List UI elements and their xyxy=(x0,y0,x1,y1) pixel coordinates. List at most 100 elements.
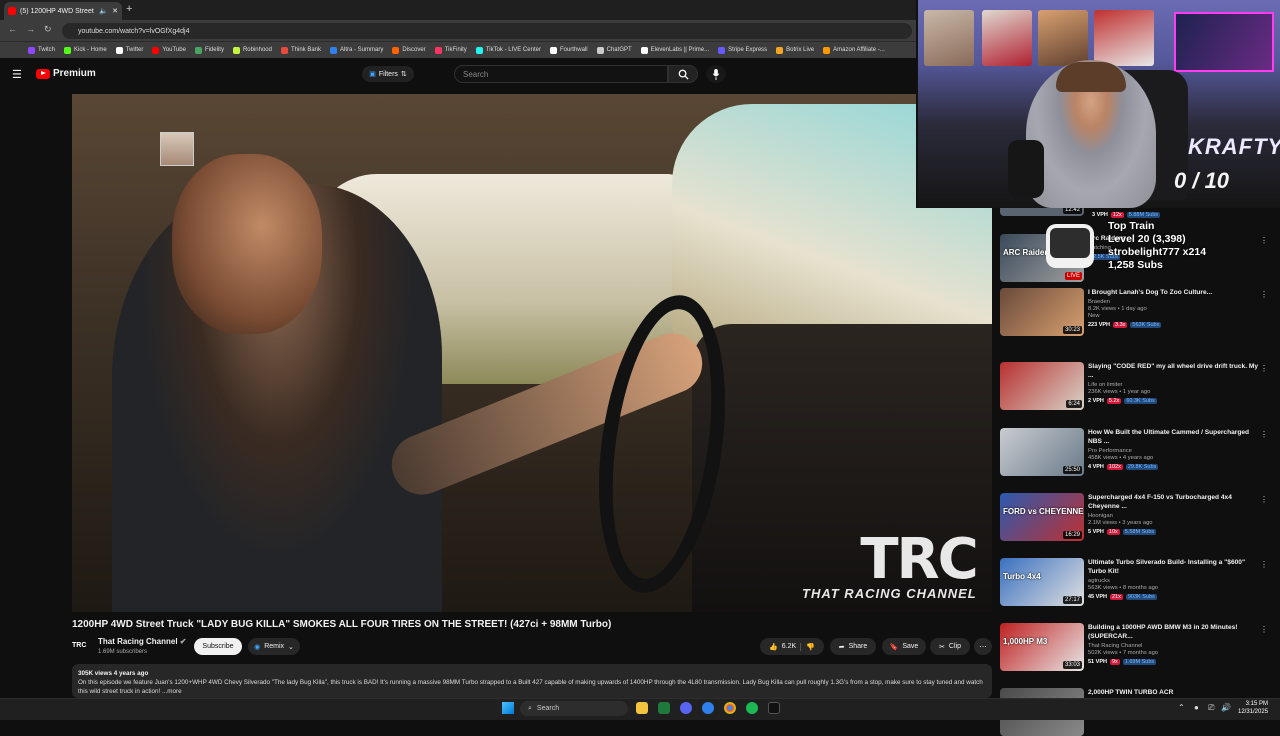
address-bar[interactable]: youtube.com/watch?v=lvOGfXg4dj4 xyxy=(62,23,912,39)
remix-icon: ◉ xyxy=(254,643,261,651)
channel-name[interactable]: Pro Performance xyxy=(1088,448,1264,454)
more-options-icon[interactable]: ⋮ xyxy=(1260,625,1268,634)
reload-icon[interactable]: ↻ xyxy=(44,24,52,35)
forward-icon[interactable]: → xyxy=(26,24,35,34)
channel-name-text: That Racing Channel xyxy=(98,637,178,646)
channel-name[interactable]: Hoonigan xyxy=(1088,513,1264,519)
youtube-favicon-icon xyxy=(8,7,16,15)
video-player[interactable]: TRC THAT RACING CHANNEL xyxy=(72,94,992,612)
bookmark-item[interactable]: Stripe Express xyxy=(718,46,767,54)
bookmark-item[interactable]: YouTube xyxy=(152,46,186,54)
channel-name[interactable]: Life on limiter xyxy=(1088,382,1264,388)
bookmark-item[interactable]: Discover xyxy=(392,46,426,54)
spotify-icon[interactable] xyxy=(746,702,758,714)
subscribe-button[interactable]: Subscribe xyxy=(194,638,242,655)
recommendation-item[interactable]: Turbo 4x4 27:17 Ultimate Turbo Silverado B… xyxy=(1000,558,1276,612)
multiplier-badge: 9x xyxy=(1109,659,1120,665)
system-clock[interactable]: 3:15 PM 12/31/2025 xyxy=(1238,700,1268,716)
tray-app-icon[interactable]: ● xyxy=(1194,703,1199,712)
channel-name[interactable]: agtrucks xyxy=(1088,578,1264,584)
bookmark-item[interactable]: Kick - Home xyxy=(64,46,107,54)
bookmark-item[interactable]: TikTok - LIVE Center xyxy=(475,46,541,54)
bookmark-item[interactable]: ElevenLabs || Prime... xyxy=(640,46,709,54)
recommendation-item[interactable]: 6:24 Slaying "CODE RED" my all wheel driv… xyxy=(1000,362,1276,416)
browser-tab[interactable]: (5) 1200HP 4WD Street Truck 🔈 ✕ xyxy=(4,2,122,20)
recommendation-item[interactable]: 30:23 I Brought Lanah's Dog To Zoo Cultur… xyxy=(1000,288,1276,342)
recommendation-item[interactable]: 1,000HP M3 33:03 Building a 1000HP AWD BMW… xyxy=(1000,623,1276,677)
tray-chevron-icon[interactable]: ⌃ xyxy=(1178,703,1185,712)
more-options-icon[interactable]: ⋮ xyxy=(1260,364,1268,373)
more-options-icon[interactable]: ⋮ xyxy=(1260,495,1268,504)
recommendation-item[interactable]: FORD vs CHEYENNE 16:29 Supercharged 4x4 F-… xyxy=(1000,493,1276,547)
back-icon[interactable]: ← xyxy=(8,24,17,34)
obs-icon[interactable] xyxy=(768,702,780,714)
video-thumbnail[interactable]: FORD vs CHEYENNE 16:29 xyxy=(1000,493,1084,541)
menu-icon[interactable]: ☰ xyxy=(12,68,22,81)
video-thumbnail[interactable]: 25:50 xyxy=(1000,428,1084,476)
bookmark-item[interactable]: Fidelity xyxy=(194,46,224,54)
bookmark-item[interactable]: Twitch xyxy=(28,46,55,54)
channel-name[interactable]: That Racing Channel ✔ xyxy=(98,637,187,646)
goal-counter: 0 / 10 xyxy=(1174,168,1230,193)
volume-icon[interactable]: 🔊 xyxy=(1221,703,1231,712)
bookmark-item[interactable]: Fourthwall xyxy=(549,46,588,54)
voice-search-button[interactable] xyxy=(706,65,726,83)
video-thumbnail[interactable]: Turbo 4x4 27:17 xyxy=(1000,558,1084,606)
like-dislike-button[interactable]: 👍 6.2K 👎 xyxy=(760,638,824,655)
clip-button[interactable]: ✂ Clip xyxy=(930,638,970,655)
share-label: Share xyxy=(848,643,868,650)
save-button[interactable]: 🔖 Save xyxy=(882,638,926,655)
video-info: Supercharged 4x4 F-150 vs Turbocharged 4… xyxy=(1088,493,1264,535)
bookmark-item[interactable]: TikFinity xyxy=(434,46,467,54)
channel-avatar[interactable]: TRC xyxy=(72,638,92,652)
recommendation-item[interactable]: 2,000HP TWIN TURBO ACR xyxy=(1000,688,1276,736)
bookmark-item[interactable]: Think Bank xyxy=(280,46,321,54)
discord-icon[interactable] xyxy=(680,702,692,714)
speaker-icon[interactable]: 🔈 xyxy=(99,7,108,15)
close-tab-icon[interactable]: ✕ xyxy=(112,7,118,15)
search-input[interactable]: Search xyxy=(454,65,668,83)
bookmark-label: Twitter xyxy=(125,47,144,53)
bookmark-item[interactable]: Amazon Affiliate -... xyxy=(823,46,885,54)
taskbar-search-label: Search xyxy=(536,705,560,712)
channel-name[interactable]: That Racing Channel xyxy=(1088,643,1264,649)
recommendation-item[interactable]: 25:50 How We Built the Ultimate Cammed / … xyxy=(1000,428,1276,482)
share-button[interactable]: ➦ Share xyxy=(830,638,876,655)
chrome-icon[interactable] xyxy=(724,702,736,714)
subs-badge: 903K Subs xyxy=(1125,594,1157,600)
more-options-icon[interactable]: ⋮ xyxy=(1260,236,1268,245)
view-count: 2.1M views • 3 years ago xyxy=(1088,520,1153,526)
bookmark-icon xyxy=(280,46,288,54)
file-explorer-icon[interactable] xyxy=(636,702,648,714)
video-title: 2,000HP TWIN TURBO ACR xyxy=(1088,689,1174,696)
app-icon[interactable] xyxy=(702,702,714,714)
video-thumbnail[interactable]: 6:24 xyxy=(1000,362,1084,410)
remix-button[interactable]: ◉ Remix ⌄ xyxy=(248,638,300,655)
excel-icon[interactable] xyxy=(658,702,670,714)
taskbar-search[interactable]: ⌕ Search xyxy=(520,701,628,716)
description-box[interactable]: 305K views 4 years ago On this episode w… xyxy=(72,664,992,698)
duration-badge: 6:24 xyxy=(1066,400,1082,408)
bookmark-item[interactable]: Altra - Summary xyxy=(330,46,384,54)
bookmark-item[interactable]: Twitter xyxy=(115,46,144,54)
channel-name[interactable]: Braeden xyxy=(1088,299,1264,305)
thumbs-up-icon[interactable]: 👍 xyxy=(769,643,778,651)
bookmark-item[interactable]: ChatGPT xyxy=(596,46,632,54)
thumbs-down-icon[interactable]: 👎 xyxy=(800,642,815,651)
search-button[interactable] xyxy=(668,65,698,83)
video-title: Slaying "CODE RED" my all wheel drive dr… xyxy=(1088,363,1259,379)
youtube-logo[interactable]: Premium xyxy=(36,68,96,79)
bookmark-item[interactable]: Botrix Live xyxy=(776,46,814,54)
video-thumbnail[interactable]: 1,000HP M3 33:03 xyxy=(1000,623,1084,671)
bookmark-item[interactable]: Robinhood xyxy=(232,46,272,54)
video-thumbnail[interactable]: 30:23 xyxy=(1000,288,1084,336)
more-options-icon[interactable]: ⋮ xyxy=(1260,430,1268,439)
new-tab-button[interactable]: + xyxy=(126,3,132,15)
more-options-icon[interactable]: ⋮ xyxy=(1260,290,1268,299)
filters-button[interactable]: ▣ Filters ⇅ xyxy=(362,66,414,82)
bookmark-label: Altra - Summary xyxy=(340,47,384,53)
windows-start-icon[interactable] xyxy=(502,702,514,714)
network-icon[interactable]: ⎚ xyxy=(1208,703,1214,713)
more-options-icon[interactable]: ⋮ xyxy=(1260,560,1268,569)
more-actions-button[interactable]: ⋯ xyxy=(974,638,992,655)
